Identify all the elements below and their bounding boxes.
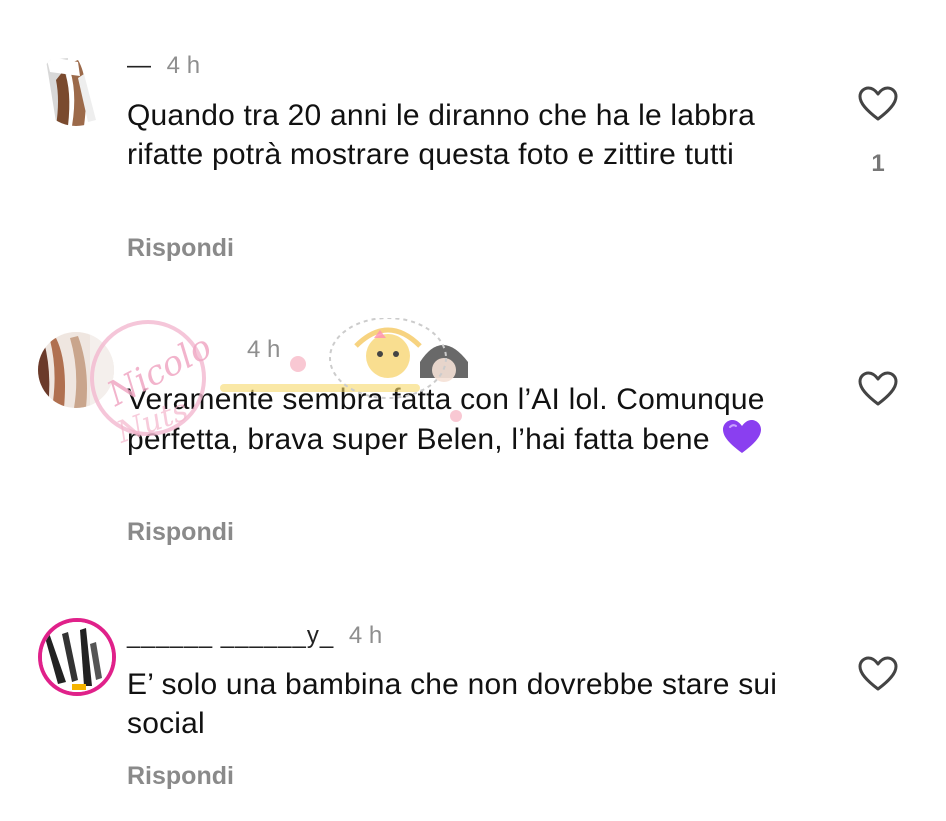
avatar[interactable] (38, 50, 114, 126)
like-count: 1 (871, 150, 885, 177)
avatar-image (38, 50, 114, 126)
heart-outline-icon[interactable] (858, 371, 898, 407)
purple-heart-icon (722, 419, 762, 465)
avatar[interactable] (38, 332, 114, 408)
comment-time: 4 h (247, 336, 281, 363)
avatar-image (38, 332, 114, 408)
comment-text: Veramente sembra fatta con l’AI lol. Com… (127, 380, 827, 465)
heart-outline-icon[interactable] (858, 656, 898, 692)
reply-button[interactable]: Rispondi (127, 762, 234, 791)
avatar[interactable] (38, 618, 116, 696)
comment-meta: — 4 h (127, 52, 200, 80)
heart-outline-icon[interactable] (858, 86, 898, 122)
comment-meta: ______ ______y_ 4 h (127, 622, 382, 650)
comment-text: Quando tra 20 anni le diranno che ha le … (127, 99, 755, 171)
comment-time: 4 h (166, 52, 201, 79)
comment-meta: 4 h (127, 336, 280, 364)
avatar-image (42, 622, 112, 692)
comment-time: 4 h (348, 622, 383, 649)
comment-text-content: Veramente sembra fatta con l’AI lol. Com… (127, 383, 765, 456)
reply-button[interactable]: Rispondi (127, 234, 234, 263)
reply-button[interactable]: Rispondi (127, 518, 234, 547)
comment-username[interactable]: ______ ______y_ (127, 622, 334, 649)
comment-text: E’ solo una bambina che non dovrebbe sta… (127, 668, 778, 740)
comment-username[interactable]: — (127, 52, 152, 79)
